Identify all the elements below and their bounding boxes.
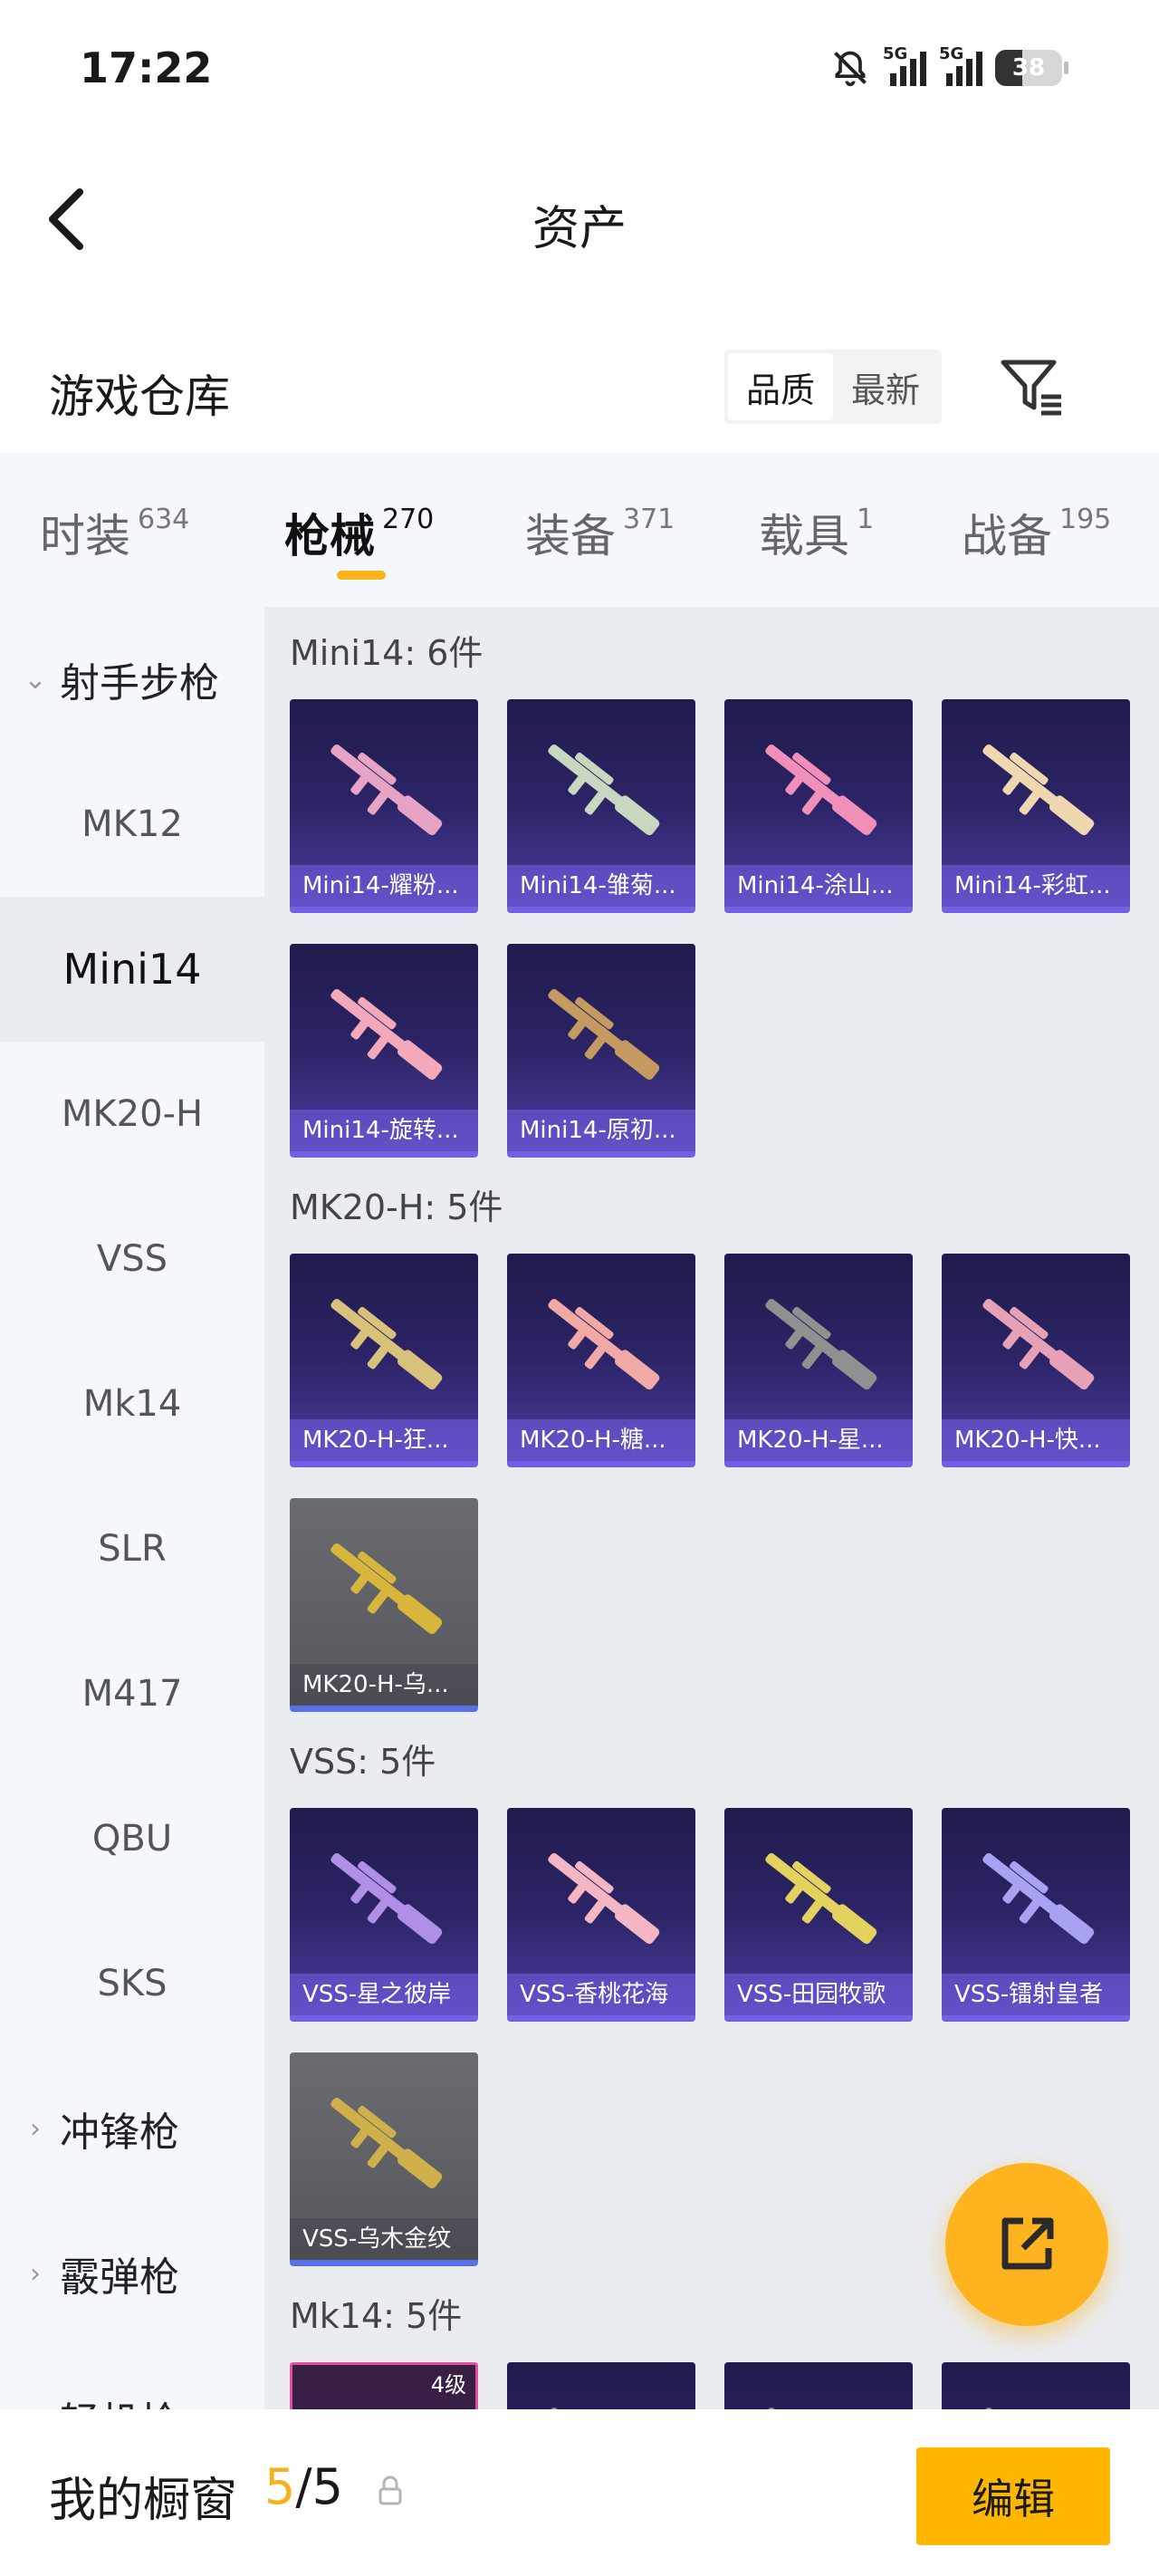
section-title: MK20-H: 5件	[290, 1187, 503, 1227]
skin-card[interactable]	[724, 2362, 913, 2409]
sort-quality-button[interactable]: 品质	[728, 353, 833, 420]
skin-card[interactable]: Mini14-原初...	[507, 944, 695, 1158]
warehouse-title: 游戏仓库	[49, 370, 230, 423]
chevron-right-icon: ›	[30, 2257, 41, 2290]
chevron-down-icon: ⌄	[24, 663, 47, 696]
skin-card[interactable]: VSS-田园牧歌	[724, 1808, 913, 2022]
sidebar-group-shotgun[interactable]: › 霰弹枪	[0, 2201, 264, 2346]
signal-icon: 5G	[939, 44, 982, 86]
weapon-image	[548, 988, 660, 1081]
warehouse-row: 游戏仓库 品质 最新	[0, 326, 1159, 453]
sidebar-item-mk12[interactable]: MK12	[0, 752, 264, 897]
skin-card[interactable]: MK20-H-狂...	[290, 1254, 478, 1467]
weapon-image	[548, 1852, 660, 1945]
skin-card[interactable]	[942, 2362, 1130, 2409]
sidebar-item-mini14[interactable]: Mini14	[0, 897, 264, 1042]
weapon-image	[765, 744, 877, 836]
weapon-image	[982, 2407, 1091, 2409]
skin-card[interactable]: VSS-乌木金纹	[290, 2052, 478, 2266]
status-bar: 17:22 5G 5G 38	[0, 0, 1159, 145]
battery-icon: 38	[995, 50, 1062, 86]
lock-icon	[378, 2475, 402, 2505]
skin-card[interactable]: MK20-H-乌...	[290, 1498, 478, 1712]
sidebar-item-m417[interactable]: M417	[0, 1621, 264, 1766]
header: 资产	[0, 145, 1159, 290]
weapon-image	[548, 744, 660, 836]
tab-firearms[interactable]: 枪械 270	[284, 500, 434, 565]
chevron-right-icon: ›	[22, 2403, 49, 2410]
share-button[interactable]	[945, 2163, 1108, 2326]
sidebar-item-vss[interactable]: VSS	[0, 1187, 264, 1331]
weapon-image	[548, 2407, 656, 2409]
level-badge: 4级	[430, 2372, 466, 2398]
edit-button[interactable]: 编辑	[916, 2447, 1110, 2545]
weapon-image	[330, 988, 443, 1081]
weapon-image	[330, 1852, 443, 1945]
skin-card[interactable]: Mini14-涂山...	[724, 699, 913, 913]
status-time: 17:22	[80, 43, 213, 92]
tab-fashion[interactable]: 时装 634	[40, 500, 189, 565]
section-title: Mk14: 5件	[290, 2296, 463, 2336]
active-tab-indicator	[337, 571, 386, 580]
weapon-image	[765, 2407, 874, 2409]
sidebar-item-slr[interactable]: SLR	[0, 1476, 264, 1621]
skin-card[interactable]: Mini14-旋转...	[290, 944, 478, 1158]
sidebar-item-mk14[interactable]: Mk14	[0, 1331, 264, 1476]
filter-button[interactable]	[996, 350, 1068, 422]
weapon-image	[765, 1852, 877, 1945]
sort-toggle: 品质 最新	[724, 350, 942, 424]
showcase-count: 5/5	[264, 2458, 343, 2515]
skin-card[interactable]: VSS-香桃花海	[507, 1808, 695, 2022]
skin-card[interactable]: Mini14-耀粉...	[290, 699, 478, 913]
bell-off-icon	[834, 51, 867, 87]
weapon-image	[765, 1298, 877, 1390]
weapon-image	[982, 1298, 1095, 1390]
sidebar-group-lmg[interactable]: › 轻机枪	[0, 2346, 264, 2409]
sidebar-item-qbu[interactable]: QBU	[0, 1766, 264, 1911]
item-grid: Mini14: 6件 Mini14-耀粉... Mini14-雏菊... Min…	[264, 607, 1159, 2409]
skin-card[interactable]: VSS-星之彼岸	[290, 1808, 478, 2022]
weapon-image	[982, 744, 1095, 836]
filter-icon	[1001, 360, 1061, 416]
skin-card[interactable]: VSS-镭射皇者	[942, 1808, 1130, 2022]
sidebar-group-smg[interactable]: › 冲锋枪	[0, 2056, 264, 2201]
skin-card[interactable]: MK20-H-糖...	[507, 1254, 695, 1467]
weapon-image	[548, 1298, 660, 1390]
skin-card[interactable]: MK20-H-快...	[942, 1254, 1130, 1467]
sidebar-group-marksman-rifles[interactable]: ⌄ 射手步枪	[0, 607, 264, 752]
skin-card[interactable]: MK20-H-星...	[724, 1254, 913, 1467]
weapon-image	[330, 1298, 443, 1390]
skin-card[interactable]	[507, 2362, 695, 2409]
tab-vehicles[interactable]: 载具 1	[759, 500, 874, 565]
chevron-right-icon: ›	[30, 2112, 41, 2145]
tab-equipment[interactable]: 装备 371	[525, 500, 675, 565]
share-icon	[1001, 2217, 1054, 2270]
sort-newest-button[interactable]: 最新	[833, 353, 938, 420]
showcase-title: 我的橱窗	[49, 2474, 238, 2528]
page-title: 资产	[532, 202, 627, 256]
sidebar-item-mk20h[interactable]: MK20-H	[0, 1042, 264, 1187]
sidebar: ⌄ 射手步枪 MK12 Mini14 MK20-H VSS Mk14 SLR M…	[0, 607, 264, 2409]
showcase-bar: 我的橱窗 5/5 编辑	[0, 2409, 1159, 2576]
skin-card[interactable]: Mini14-雏菊...	[507, 699, 695, 913]
weapon-image	[330, 2097, 443, 2189]
skin-card[interactable]: Mini14-彩虹...	[942, 699, 1130, 913]
weapon-image	[982, 1852, 1095, 1945]
sidebar-item-sks[interactable]: SKS	[0, 1911, 264, 2056]
weapon-image	[330, 1543, 443, 1635]
weapon-image	[330, 744, 443, 836]
section-title: VSS: 5件	[290, 1742, 436, 1782]
status-icons: 5G 5G 38	[830, 44, 1068, 91]
category-tabs: 时装 634 枪械 270 装备 371 载具 1 战备 195	[0, 453, 1159, 607]
signal-icon: 5G	[883, 44, 926, 86]
tab-supplies[interactable]: 战备 195	[962, 500, 1111, 565]
skin-card[interactable]: 4级	[290, 2362, 478, 2409]
section-title: Mini14: 6件	[290, 633, 484, 673]
